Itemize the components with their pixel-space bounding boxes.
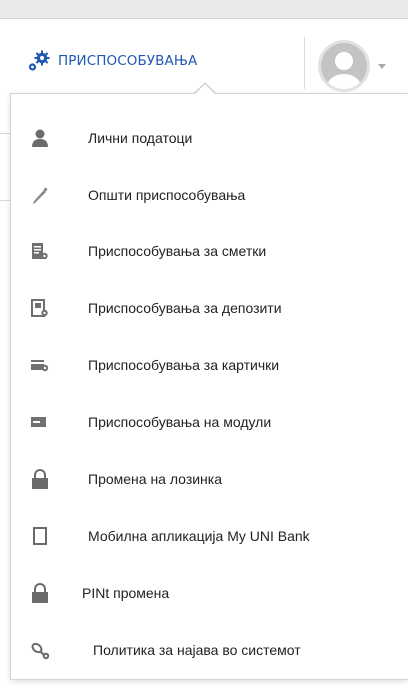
lock-icon	[32, 583, 48, 603]
menu-item-label: Лични податоци	[88, 130, 193, 146]
person-icon	[32, 129, 48, 147]
pencil-icon	[33, 187, 48, 204]
settings-label: ПРИСПОСОБУВАЊА	[58, 53, 198, 69]
module-icon	[31, 417, 46, 427]
menu-item-label: Приспособувања за сметки	[88, 243, 267, 259]
menu-item-label: Општи приспособувања	[88, 187, 246, 203]
account-settings-icon	[32, 243, 48, 260]
background-divider	[0, 133, 10, 134]
menu-item-label: Приспособувања на модули	[88, 414, 272, 430]
menu-item-personal-data[interactable]: Лични податоци	[11, 119, 408, 157]
mobile-icon	[33, 527, 47, 545]
menu-item-card-settings[interactable]: Приспособувања за картички	[11, 346, 408, 384]
lock-icon	[32, 469, 48, 489]
menu-item-label: Политика за најава во системот	[93, 642, 301, 658]
card-settings-icon	[31, 360, 49, 372]
gears-icon	[28, 50, 50, 71]
menu-item-pin-change[interactable]: PINt промена	[11, 574, 408, 612]
settings-dropdown: Лични податоци Општи приспособувања Прис…	[10, 93, 408, 680]
top-strip	[0, 0, 408, 19]
menu-item-deposit-settings[interactable]: Приспособувања за депозити	[11, 289, 408, 327]
menu-item-general-settings[interactable]: Општи приспособувања	[11, 176, 408, 214]
dropdown-pointer-fill	[194, 84, 216, 95]
header-divider	[304, 37, 305, 89]
menu-item-label: PINt промена	[82, 585, 170, 601]
user-menu[interactable]	[318, 40, 386, 92]
menu-item-label: Приспособувања за депозити	[88, 300, 282, 316]
settings-tab[interactable]: ПРИСПОСОБУВАЊА	[26, 49, 197, 73]
user-avatar-icon	[318, 40, 370, 92]
chevron-down-icon	[378, 63, 386, 69]
menu-item-label: Мобилна апликација My UNI Bank	[88, 528, 310, 544]
menu-item-label: Приспособувања за картички	[88, 357, 280, 373]
menu-item-mobile-app[interactable]: Мобилна апликација My UNI Bank	[11, 517, 408, 555]
menu-item-module-settings[interactable]: Приспособувања на модули	[11, 403, 408, 441]
login-policy-icon	[31, 642, 50, 660]
menu-item-label: Промена на лозинка	[88, 471, 223, 487]
background-divider	[0, 200, 10, 201]
menu-item-login-policy[interactable]: Политика за најава во системот	[11, 631, 408, 669]
menu-item-change-password[interactable]: Промена на лозинка	[11, 460, 408, 498]
deposit-settings-icon	[31, 299, 48, 317]
menu-item-account-settings[interactable]: Приспособувања за сметки	[11, 232, 408, 270]
